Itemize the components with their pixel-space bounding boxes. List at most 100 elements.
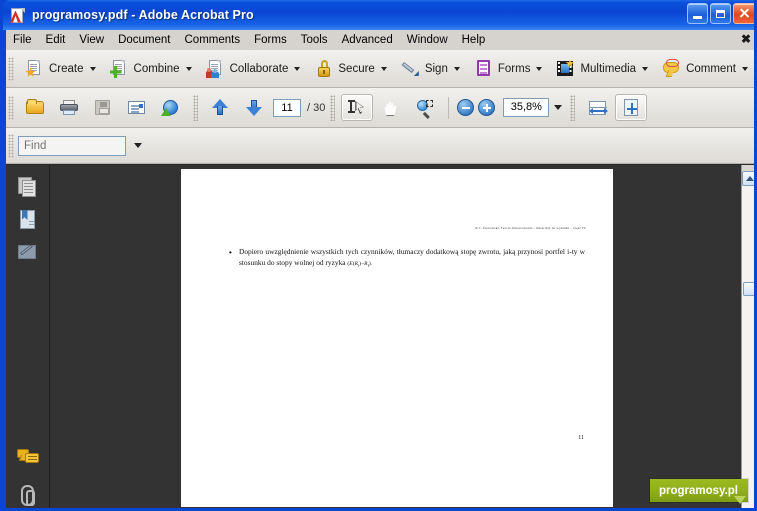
select-tool-button[interactable] — [341, 94, 374, 121]
toolbar-grip[interactable] — [8, 56, 14, 81]
multimedia-label: Multimedia — [580, 62, 637, 75]
comment-bubble-icon — [662, 59, 682, 78]
vertical-scrollbar[interactable] — [741, 165, 754, 508]
zoom-out-icon[interactable] — [457, 99, 475, 116]
comment-label: Comment — [686, 62, 736, 75]
paragraph-text: Dopiero uwzględnienie wszystkich tych cz… — [239, 247, 585, 268]
save-button[interactable] — [87, 94, 119, 121]
navigation-pane — [6, 165, 50, 508]
title-bar: programosy.pdf - Adobe Acrobat Pro — [3, 0, 754, 30]
chevron-down-icon — [185, 66, 192, 71]
toolbar-separator — [570, 94, 576, 121]
fit-width-icon — [587, 98, 609, 117]
workspace: dr J. Żarnowski, Teoria Inwestowania - m… — [6, 164, 754, 508]
window-controls — [687, 3, 754, 24]
next-page-button[interactable] — [238, 94, 270, 121]
secure-button[interactable]: Secure — [308, 55, 392, 82]
pdf-page: dr J. Żarnowski, Teoria Inwestowania - m… — [181, 169, 613, 507]
toolbar-separator — [330, 94, 336, 121]
email-icon — [127, 98, 147, 117]
select-text-icon — [347, 98, 367, 117]
open-button[interactable] — [19, 94, 51, 121]
collaborate-icon — [205, 59, 226, 78]
menu-window[interactable]: Window — [400, 32, 455, 48]
toolbar-grip[interactable] — [8, 95, 14, 120]
menu-advanced[interactable]: Advanced — [335, 32, 400, 48]
create-pdf-icon — [25, 59, 45, 78]
comment-button[interactable]: Comment — [656, 55, 754, 82]
lock-icon — [314, 59, 334, 78]
menu-forms[interactable]: Forms — [247, 32, 294, 48]
marquee-zoom-icon — [415, 98, 435, 119]
combine-files-icon — [109, 59, 130, 78]
pen-sign-icon — [401, 59, 421, 78]
close-document-icon[interactable]: ✖ — [741, 33, 751, 45]
multimedia-button[interactable]: Multimedia — [550, 55, 654, 82]
search-input[interactable] — [18, 135, 126, 156]
zoom-level-input[interactable]: 35,8% — [503, 98, 550, 117]
watermark-label: programosy.pl — [658, 484, 738, 497]
chevron-down-icon — [741, 66, 748, 71]
menu-help[interactable]: Help — [455, 32, 493, 48]
menu-comments[interactable]: Comments — [178, 32, 248, 48]
save-floppy-icon — [93, 98, 113, 117]
arrow-up-icon — [210, 98, 230, 117]
multimedia-icon — [556, 59, 576, 78]
print-button[interactable] — [53, 94, 85, 121]
page-total-label: / 30 — [307, 102, 325, 114]
collaborate-button[interactable]: Collaborate — [200, 55, 307, 82]
menu-document[interactable]: Document — [111, 32, 177, 48]
page-separator: / — [307, 101, 311, 114]
maximize-button[interactable] — [710, 3, 731, 24]
window-title: programosy.pdf - Adobe Acrobat Pro — [32, 8, 254, 22]
find-toolbar — [6, 128, 754, 164]
combine-button[interactable]: Combine — [104, 55, 198, 82]
hand-tool-button[interactable] — [375, 94, 407, 121]
close-button[interactable] — [733, 3, 754, 24]
tasks-toolbar: Create Combine Collaborate Secure Sign F… — [6, 50, 754, 88]
menu-view[interactable]: View — [72, 32, 111, 48]
minimize-button[interactable] — [687, 3, 708, 24]
fit-page-button[interactable] — [615, 94, 648, 121]
fit-page-icon — [621, 98, 641, 117]
toolbar-grip[interactable] — [8, 133, 14, 158]
nav-pages-button[interactable] — [15, 175, 41, 200]
document-page-number: 11 — [578, 435, 584, 441]
watermark-badge: programosy.pl — [649, 479, 748, 504]
inline-formula: (E(Ri)−Rf). — [347, 259, 372, 271]
menu-file[interactable]: File — [6, 32, 39, 48]
toolbar-separator — [448, 96, 450, 119]
menu-bar: File Edit View Document Comments Forms T… — [6, 30, 754, 50]
fit-width-button[interactable] — [581, 94, 613, 121]
zoom-in-icon[interactable] — [478, 99, 496, 116]
forms-icon — [474, 59, 494, 78]
menu-edit[interactable]: Edit — [39, 32, 73, 48]
nav-comments-button[interactable] — [15, 444, 41, 469]
previous-page-button[interactable] — [204, 94, 236, 121]
combine-label: Combine — [133, 62, 180, 75]
file-navigation-toolbar: 11 / 30 35,8% — [6, 88, 754, 128]
zoom-dropdown-caret-icon[interactable] — [554, 105, 563, 110]
chevron-down-icon — [642, 66, 649, 71]
nav-attachments-button[interactable] — [15, 483, 41, 508]
email-button[interactable] — [121, 94, 153, 121]
page-number-input[interactable]: 11 — [273, 98, 301, 117]
page-view[interactable]: dr J. Żarnowski, Teoria Inwestowania - m… — [50, 165, 735, 508]
create-label: Create — [49, 62, 84, 75]
upload-button[interactable] — [155, 94, 187, 121]
chevron-down-icon — [536, 66, 543, 71]
marquee-zoom-button[interactable] — [409, 94, 441, 121]
scrollbar-thumb[interactable] — [743, 282, 754, 296]
forms-button[interactable]: Forms — [468, 55, 549, 82]
forms-label: Forms — [497, 62, 531, 75]
nav-signatures-button[interactable] — [15, 241, 41, 266]
document-paragraph: Dopiero uwzględnienie wszystkich tych cz… — [239, 246, 585, 272]
find-options-caret-icon[interactable] — [134, 143, 142, 148]
sign-button[interactable]: Sign — [395, 55, 466, 82]
menu-tools[interactable]: Tools — [294, 32, 335, 48]
scroll-up-button[interactable] — [742, 171, 754, 186]
document-running-header: dr J. Żarnowski, Teoria Inwestowania - m… — [474, 226, 586, 231]
create-button[interactable]: Create — [19, 55, 102, 82]
nav-bookmarks-button[interactable] — [15, 208, 41, 233]
chevron-down-icon — [89, 66, 96, 71]
